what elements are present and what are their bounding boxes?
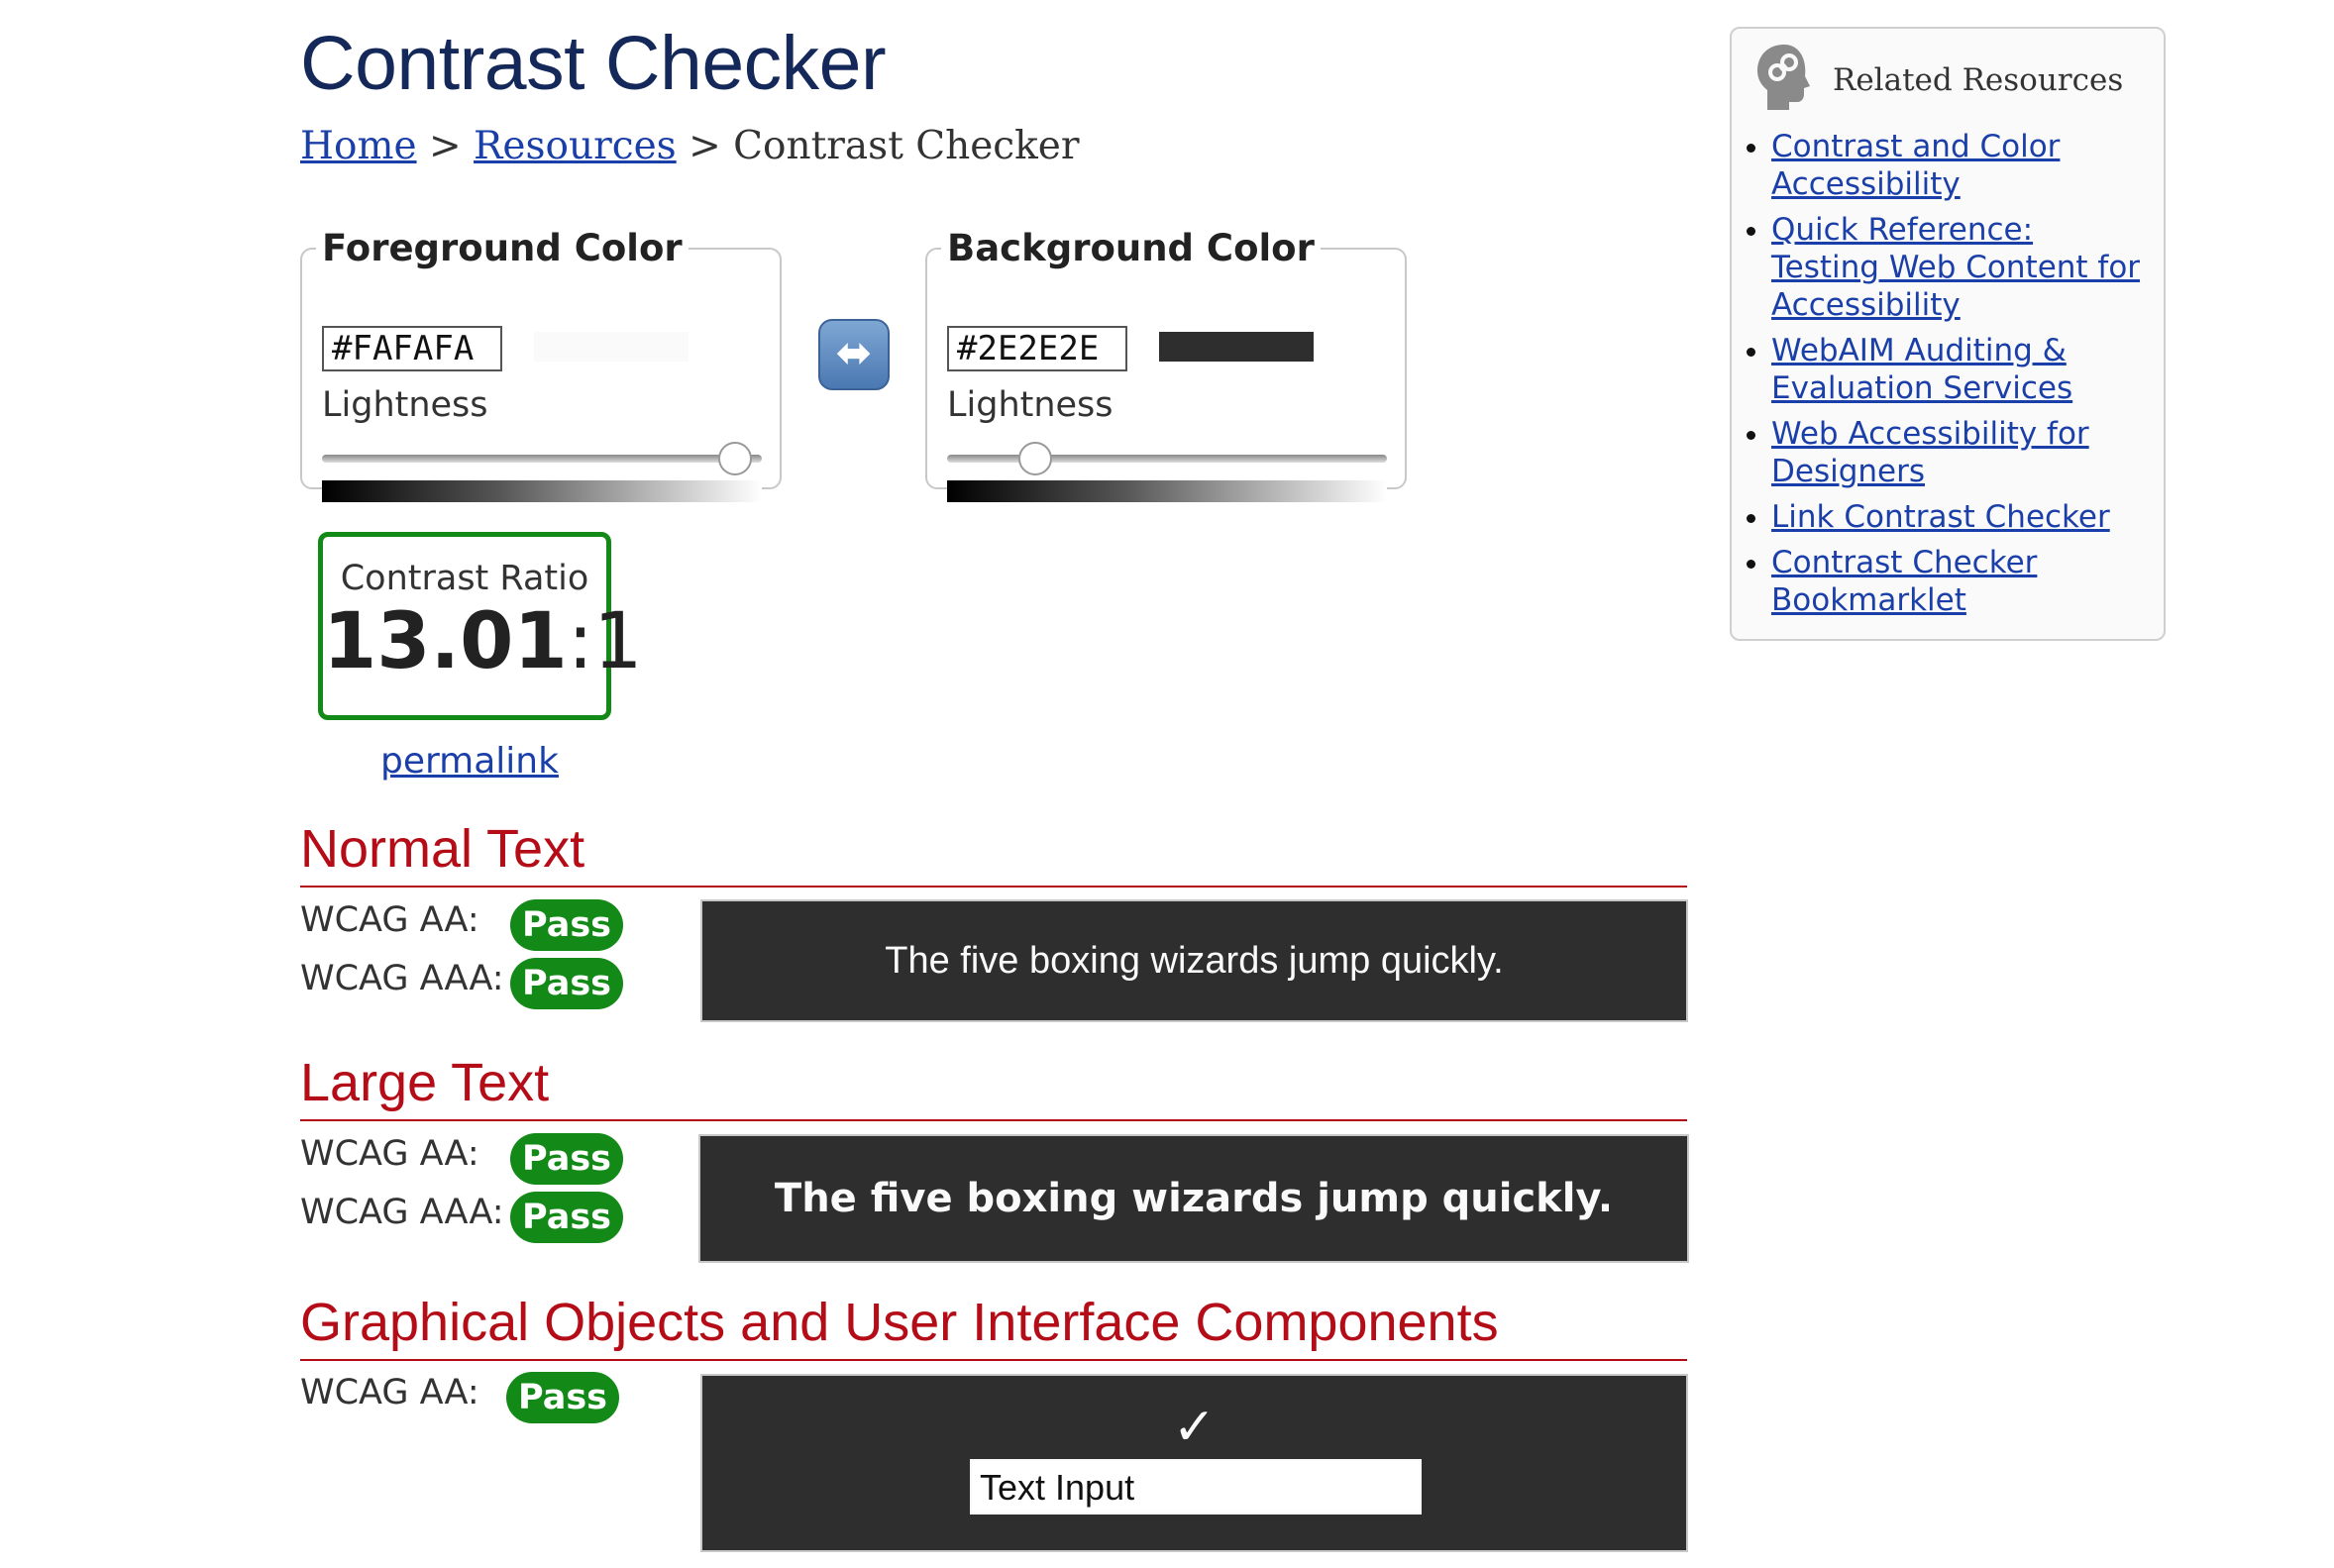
foreground-lightness-slider[interactable]: [322, 455, 762, 463]
normal-text-heading: Normal Text: [300, 818, 1687, 889]
background-lightness-thumb[interactable]: [1017, 442, 1052, 475]
foreground-lightness-gradient: [322, 480, 762, 502]
foreground-lightness-label: Lightness: [322, 385, 488, 425]
graphical-objects-heading: Graphical Objects and User Interface Com…: [300, 1292, 1687, 1362]
breadcrumb-current: Contrast Checker: [733, 124, 1080, 168]
normal-wcag-aa-badge: Pass: [510, 899, 623, 951]
large-wcag-aa-badge: Pass: [510, 1133, 623, 1185]
list-item: Link Contrast Checker: [1771, 498, 2148, 536]
sidebar-header: Related Resources: [1755, 43, 2152, 112]
contrast-ratio-box: Contrast Ratio 13.01:1: [318, 532, 643, 720]
breadcrumb-separator: >: [416, 124, 475, 168]
large-wcag-aaa-label: WCAG AAA:: [300, 1193, 504, 1232]
normal-text-sample: The five boxing wizards jump quickly.: [885, 940, 1504, 982]
sidebar-title: Related Resources: [1833, 62, 2124, 98]
resource-link[interactable]: Web Accessibility for Designers: [1771, 416, 2089, 489]
resource-link[interactable]: Link Contrast Checker: [1771, 499, 2110, 535]
list-item: Web Accessibility for Designers: [1771, 415, 2148, 490]
foreground-color-legend: Foreground Color: [322, 227, 683, 269]
foreground-hex-input[interactable]: [322, 326, 502, 371]
normal-wcag-aa-label: WCAG AA:: [300, 900, 479, 940]
list-item: WebAIM Auditing & Evaluation Services: [1771, 332, 2148, 407]
swap-horizontal-icon: ⬌: [835, 328, 873, 378]
permalink-link[interactable]: permalink: [380, 741, 559, 782]
large-wcag-aa-label: WCAG AA:: [300, 1134, 479, 1174]
large-text-preview: The five boxing wizards jump quickly.: [698, 1134, 1689, 1263]
swap-colors-button[interactable]: ⬌: [818, 319, 890, 390]
breadcrumb: Home > Resources > Contrast Checker: [300, 122, 1080, 172]
background-lightness-gradient: [947, 480, 1387, 502]
resource-link[interactable]: Quick Reference: Testing Web Content for…: [1771, 212, 2140, 323]
resource-link[interactable]: Contrast Checker Bookmarklet: [1771, 545, 2037, 618]
contrast-ratio-value: 13.01:1: [323, 601, 643, 683]
normal-text-preview: The five boxing wizards jump quickly.: [700, 899, 1688, 1022]
normal-wcag-aaa-badge: Pass: [510, 958, 623, 1009]
background-color-panel: Background Color Lightness: [925, 227, 1407, 502]
background-lightness-slider[interactable]: [947, 455, 1387, 463]
foreground-lightness-thumb[interactable]: [718, 442, 753, 475]
related-resources-sidebar: Related Resources Contrast and Color Acc…: [1730, 27, 2166, 641]
related-resources-list: Contrast and Color Accessibility Quick R…: [1732, 128, 2148, 627]
graphical-objects-preview: ✓ Text Input: [700, 1374, 1688, 1552]
list-item: Contrast and Color Accessibility: [1771, 128, 2148, 203]
list-item: Quick Reference: Testing Web Content for…: [1771, 211, 2148, 324]
large-text-sample: The five boxing wizards jump quickly.: [774, 1176, 1614, 1221]
resource-link[interactable]: Contrast and Color Accessibility: [1771, 129, 2060, 202]
background-lightness-label: Lightness: [947, 385, 1114, 425]
contrast-ratio-number: 13.01: [323, 597, 568, 686]
graphical-wcag-aa-badge: Pass: [506, 1372, 619, 1423]
background-color-legend: Background Color: [947, 227, 1315, 269]
breadcrumb-home-link[interactable]: Home: [300, 124, 417, 168]
graphical-wcag-aa-label: WCAG AA:: [300, 1373, 479, 1412]
page-title: Contrast Checker: [300, 21, 887, 106]
contrast-ratio-suffix: :1: [567, 597, 643, 686]
foreground-swatch[interactable]: [534, 332, 689, 362]
background-swatch[interactable]: [1159, 332, 1314, 362]
checkmark-icon: ✓: [1172, 1398, 1217, 1457]
normal-wcag-aaa-label: WCAG AAA:: [300, 959, 504, 998]
sample-text-input[interactable]: Text Input: [970, 1459, 1422, 1515]
contrast-ratio-label: Contrast Ratio: [340, 559, 589, 598]
breadcrumb-separator: >: [676, 124, 734, 168]
link-head-icon: [1757, 45, 1810, 110]
foreground-color-panel: Foreground Color Lightness: [300, 227, 782, 502]
large-wcag-aaa-badge: Pass: [510, 1192, 623, 1243]
background-hex-input[interactable]: [947, 326, 1127, 371]
resource-link[interactable]: WebAIM Auditing & Evaluation Services: [1771, 333, 2072, 406]
large-text-heading: Large Text: [300, 1052, 1687, 1122]
list-item: Contrast Checker Bookmarklet: [1771, 544, 2148, 619]
breadcrumb-resources-link[interactable]: Resources: [474, 124, 677, 168]
